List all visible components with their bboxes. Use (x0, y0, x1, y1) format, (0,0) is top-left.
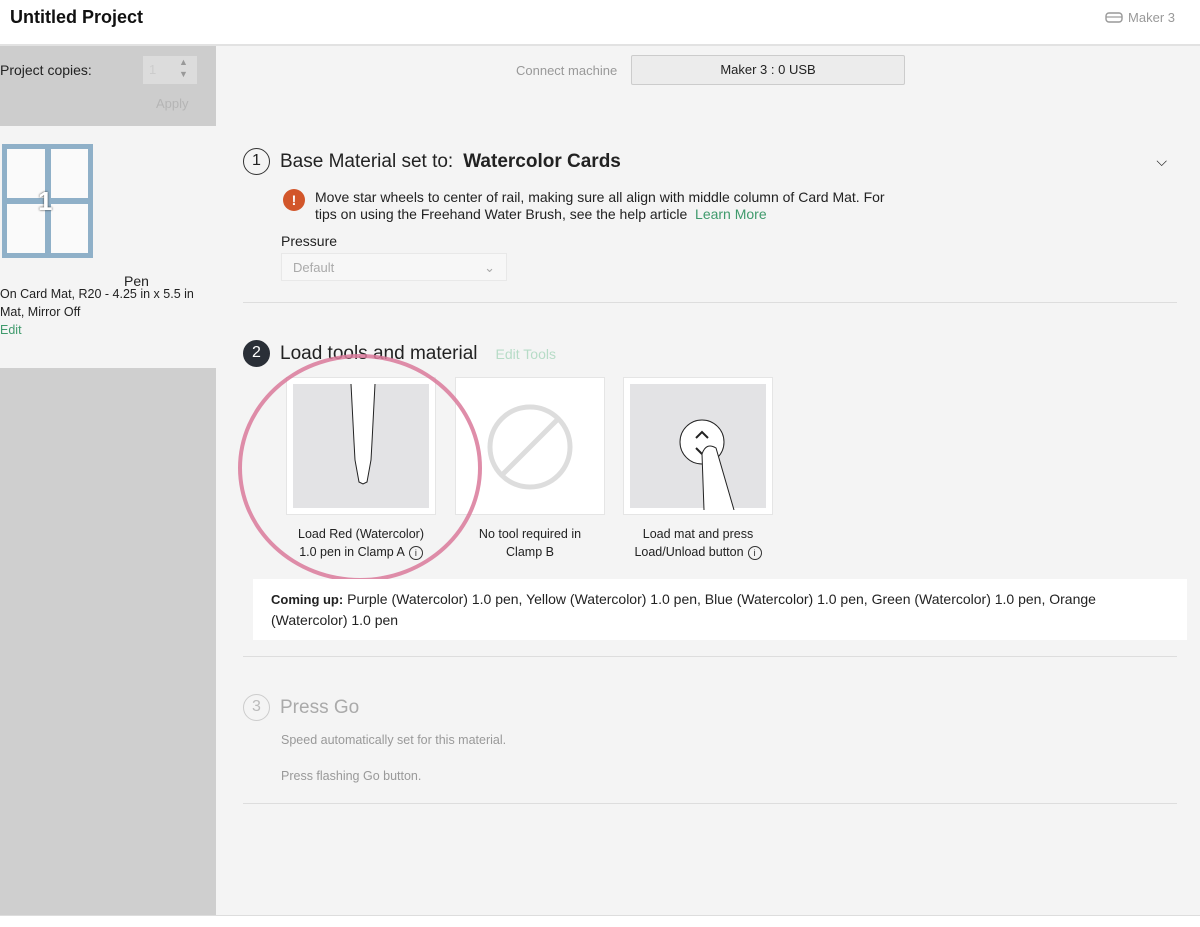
load-unload-button-icon (679, 419, 735, 511)
highlight-circle (238, 354, 482, 582)
project-copies-label: Project copies: (0, 62, 92, 78)
pressure-label: Pressure (281, 233, 338, 249)
step-3: 3 Press Go Speed automatically set for t… (243, 694, 1177, 804)
connect-machine-button[interactable]: Maker 3 : 0 USB (631, 55, 905, 85)
mat-info-line2: Mat, Mirror Off (0, 305, 81, 319)
project-copies-input[interactable]: 1 (143, 56, 197, 84)
coming-up-label: Coming up: (271, 592, 344, 607)
step-3-number: 3 (243, 694, 270, 721)
apply-button[interactable]: Apply (156, 96, 189, 111)
divider (243, 656, 1177, 657)
warning-icon: ! (283, 189, 305, 211)
load-mat-caption: Load mat and press Load/Unload button i (613, 525, 783, 561)
pressure-select[interactable]: Default ⌄ (281, 253, 507, 281)
pressure-value: Default (293, 260, 335, 275)
step-3-title: Press Go (280, 696, 360, 718)
project-copies-panel: Project copies: 1 ▲ ▼ Apply (0, 46, 216, 126)
machine-name: Maker 3 (1128, 10, 1175, 25)
caption-line: Load/Unload button (634, 545, 744, 559)
mat-number: 1 (38, 186, 53, 216)
copies-stepper[interactable]: ▲ ▼ (179, 56, 188, 80)
sidebar: Project copies: 1 ▲ ▼ Apply 1 Pen On Card… (0, 46, 216, 916)
machine-icon (1105, 11, 1123, 23)
load-button-tile (623, 377, 773, 515)
learn-more-link[interactable]: Learn More (695, 206, 767, 222)
chevron-down-icon[interactable]: ⌵ (1156, 153, 1167, 170)
edit-link[interactable]: Edit (0, 321, 194, 339)
no-tool-icon (487, 404, 573, 490)
caption-line: Clamp B (506, 545, 554, 559)
edit-tools-link[interactable]: Edit Tools (496, 346, 556, 362)
chevron-down-icon: ⌄ (484, 260, 495, 275)
project-title: Untitled Project (10, 7, 144, 27)
material-name: Watercolor Cards (463, 150, 621, 172)
press-go-text: Press flashing Go button. (281, 769, 422, 783)
caption-line: Load mat and press (642, 527, 754, 541)
coming-up-box: Coming up: Purple (Watercolor) 1.0 pen, … (253, 579, 1187, 640)
clamp-b-caption: No tool required in Clamp B (445, 525, 615, 561)
mat-info-line1: On Card Mat, R20 - 4.25 in x 5.5 in (0, 287, 194, 301)
machine-indicator[interactable]: Maker 3 (1105, 10, 1175, 25)
warning-text: Move star wheels to center of rail, maki… (315, 189, 885, 222)
step-1-number: 1 (243, 148, 270, 175)
connect-machine-label: Connect machine (516, 63, 618, 78)
caption-line: No tool required in (478, 527, 582, 541)
footer (0, 915, 1200, 927)
step-2-number: 2 (243, 340, 270, 367)
mat-card[interactable]: 1 Pen On Card Mat, R20 - 4.25 in x 5.5 i… (0, 126, 216, 368)
info-icon[interactable]: i (747, 546, 762, 560)
speed-text: Speed automatically set for this materia… (281, 733, 507, 747)
step-1: 1 Base Material set to: Watercolor Cards… (243, 148, 1177, 303)
coming-up-text: Purple (Watercolor) 1.0 pen, Yellow (Wat… (271, 591, 1096, 628)
step-1-prefix: Base Material set to: (280, 150, 454, 172)
header: Untitled Project Maker 3 (0, 0, 1200, 46)
main-panel: Connect machine Maker 3 : 0 USB 1 Base M… (216, 46, 1200, 916)
